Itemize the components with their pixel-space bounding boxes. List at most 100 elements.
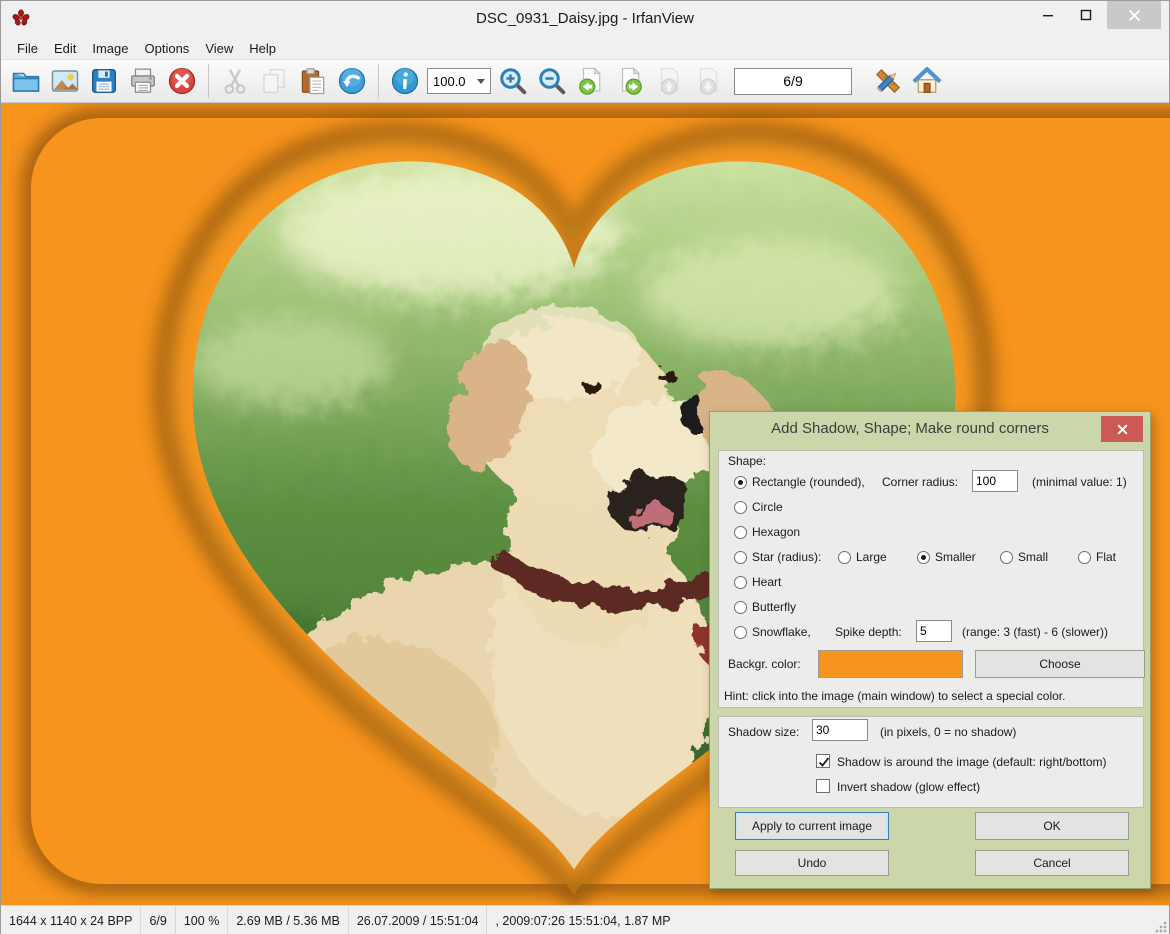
shadow-size-input[interactable] [812,719,868,741]
first-image-icon[interactable] [652,64,686,98]
dialog-title: Add Shadow, Shape; Make round corners [710,412,1150,448]
star-smaller-label: Smaller [935,550,976,564]
print-icon[interactable] [126,64,160,98]
maximize-icon [1080,9,1092,21]
apply-button[interactable]: Apply to current image [735,812,889,840]
home-icon[interactable] [910,64,944,98]
corner-radius-label: Corner radius: [882,475,958,489]
choose-button-label: Choose [1039,657,1080,671]
radio-heart[interactable] [734,576,747,589]
corner-radius-hint: (minimal value: 1) [1032,475,1127,489]
delete-icon[interactable] [165,64,199,98]
undo-button[interactable]: Undo [735,850,889,876]
radio-rectangle-rounded[interactable] [734,476,747,489]
resize-grip[interactable] [1155,921,1167,933]
copy-icon[interactable] [257,64,291,98]
add-shadow-shape-dialog: Add Shadow, Shape; Make round corners Sh… [709,411,1151,889]
thumbnails-icon[interactable] [48,64,82,98]
menu-file[interactable]: File [9,39,46,58]
cancel-button[interactable]: Cancel [975,850,1129,876]
checkbox-invert-shadow[interactable] [816,779,830,793]
cancel-button-label: Cancel [1033,856,1070,870]
dialog-close-button[interactable] [1101,416,1143,442]
radio-butterfly[interactable] [734,601,747,614]
minimize-button[interactable] [1031,1,1065,29]
save-icon[interactable] [87,64,121,98]
title-bar: DSC_0931_Daisy.jpg - IrfanView [1,1,1169,37]
radio-hexagon[interactable] [734,526,747,539]
previous-image-icon[interactable] [574,64,608,98]
menu-options[interactable]: Options [137,39,198,58]
spike-depth-label: Spike depth: [835,625,902,639]
radio-star-small[interactable] [1000,551,1013,564]
toolbar: 100.0 6/9 [1,59,1169,103]
shadow-size-hint: (in pixels, 0 = no shadow) [880,725,1016,739]
close-icon [1116,423,1129,436]
status-filedate: 26.07.2009 / 15:51:04 [349,906,488,934]
status-exif: , 2009:07:26 15:51:04, 1.87 MP [487,906,678,934]
star-label: Star (radius): [752,550,821,564]
radio-star[interactable] [734,551,747,564]
zoom-in-icon[interactable] [496,64,530,98]
maximize-button[interactable] [1069,1,1103,29]
paint-tools-icon[interactable] [871,64,905,98]
radio-star-smaller[interactable] [917,551,930,564]
irfanview-window: DSC_0931_Daisy.jpg - IrfanView File Edit… [0,0,1170,934]
star-large-label: Large [856,550,887,564]
ok-button[interactable]: OK [975,812,1129,840]
butterfly-label: Butterfly [752,600,796,614]
undo-button-label: Undo [798,856,827,870]
status-bar: 1644 x 1140 x 24 BPP 6/9 100 % 2.69 MB /… [1,905,1169,934]
choose-color-button[interactable]: Choose [975,650,1145,678]
last-image-icon[interactable] [691,64,725,98]
toolbar-separator [378,64,379,98]
radio-star-flat[interactable] [1078,551,1091,564]
status-zoom: 100 % [176,906,228,934]
undo-icon[interactable] [335,64,369,98]
page-indicator[interactable]: 6/9 [734,68,852,95]
spike-depth-hint: (range: 3 (fast) - 6 (slower)) [962,625,1108,639]
menu-view[interactable]: View [197,39,241,58]
shadow-size-label: Shadow size: [728,725,799,739]
star-small-label: Small [1018,550,1048,564]
radio-snowflake[interactable] [734,626,747,639]
menu-help[interactable]: Help [241,39,284,58]
shape-group-label: Shape: [728,454,766,468]
rectangle-label: Rectangle (rounded), [752,475,865,489]
menu-edit[interactable]: Edit [46,39,84,58]
star-flat-label: Flat [1096,550,1116,564]
radio-star-large[interactable] [838,551,851,564]
status-filesize: 2.69 MB / 5.36 MB [228,906,349,934]
ok-button-label: OK [1043,819,1060,833]
check-icon [817,755,831,769]
spike-depth-input[interactable] [916,620,952,642]
hexagon-label: Hexagon [752,525,800,539]
invert-shadow-label: Invert shadow (glow effect) [837,780,980,794]
snowflake-label: Snowflake, [752,625,811,639]
cut-icon[interactable] [218,64,252,98]
close-button[interactable] [1107,1,1161,29]
shadow-around-label: Shadow is around the image (default: rig… [837,755,1106,769]
color-hint-text: Hint: click into the image (main window)… [724,689,1065,703]
window-title: DSC_0931_Daisy.jpg - IrfanView [1,1,1169,37]
open-folder-icon[interactable] [9,64,43,98]
zoom-out-icon[interactable] [535,64,569,98]
info-icon[interactable] [388,64,422,98]
corner-radius-input[interactable] [972,470,1018,492]
paste-icon[interactable] [296,64,330,98]
checkbox-shadow-around[interactable] [816,754,830,768]
circle-label: Circle [752,500,783,514]
menu-image[interactable]: Image [84,39,136,58]
bg-color-label: Backgr. color: [728,657,801,671]
toolbar-separator [208,64,209,98]
zoom-combobox[interactable]: 100.0 [427,68,491,94]
bg-color-swatch[interactable] [818,650,963,678]
close-icon [1128,9,1141,22]
minimize-icon [1042,9,1054,21]
heart-label: Heart [752,575,781,589]
page-indicator-value: 6/9 [783,73,802,89]
radio-circle[interactable] [734,501,747,514]
next-image-icon[interactable] [613,64,647,98]
status-dimensions: 1644 x 1140 x 24 BPP [1,906,141,934]
apply-button-label: Apply to current image [752,819,872,833]
